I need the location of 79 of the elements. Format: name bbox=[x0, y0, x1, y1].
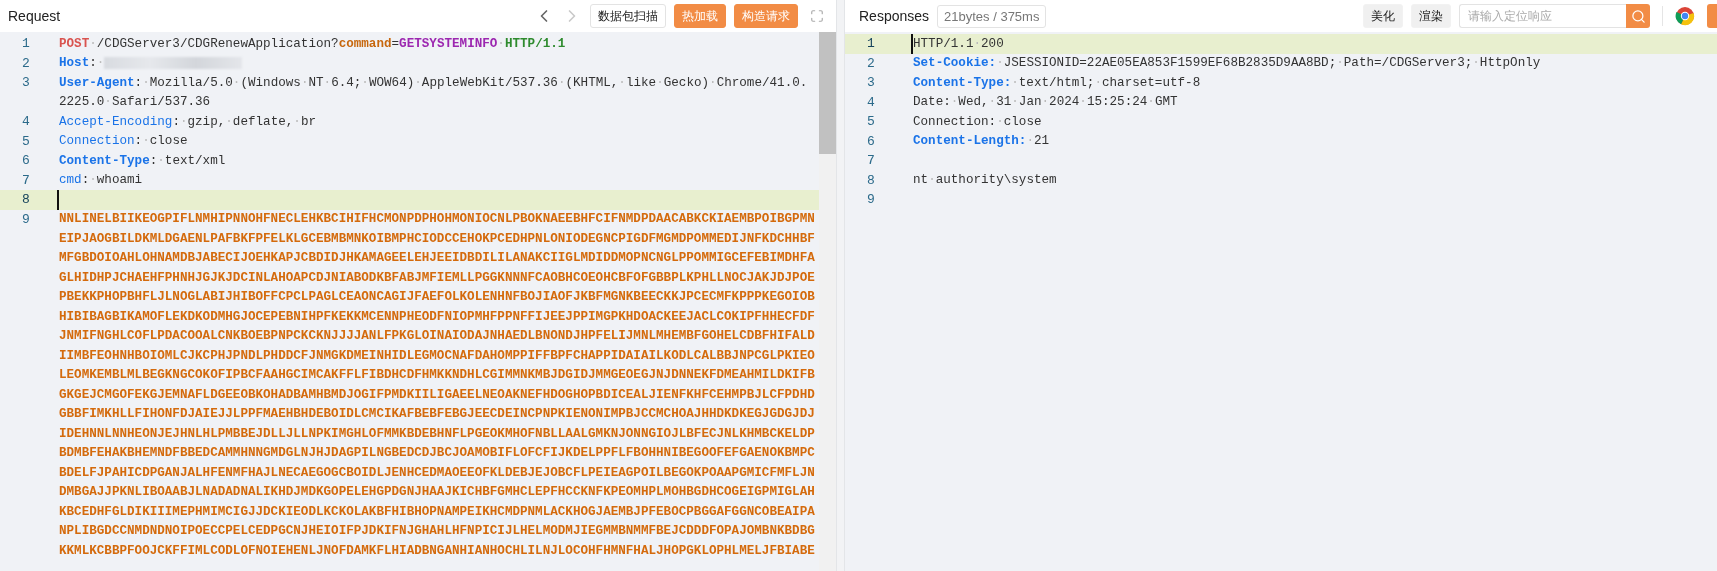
code-token: 2225.0·Safari/537.36 bbox=[59, 95, 211, 110]
payload-text: HIBIBAGBIKAMOFLEKDKODMHGJOCEPEBNIHPFKEKKMCENNPHEODFNIOPMHFPPNFFIJEEJPPIMGPKHDOACKEEJACLCOKIPFHHECFDF bbox=[59, 309, 815, 324]
panel-title: Request bbox=[8, 8, 61, 24]
line-number: 7 bbox=[21, 171, 31, 190]
search-field[interactable]: 请输入定位响应 bbox=[1459, 4, 1626, 28]
code-token: Accept-Encoding bbox=[59, 114, 173, 129]
line-number: 2 bbox=[21, 54, 31, 73]
line-number: 2 bbox=[866, 54, 876, 73]
line-number: 9 bbox=[866, 191, 876, 209]
line-number: 8 bbox=[866, 171, 876, 190]
payload-text: NPLIBGDCCNMDNDNOIPOECCPELCEDPGCNJHEIOIFPJDKIFNJGHAHLHFNPICIJLHELMODMJIEGMMBNMMFBEJCDDDFOPAJOMBNKBDBG bbox=[59, 524, 815, 539]
code-token: :·whoami bbox=[81, 173, 143, 188]
code-token: POST bbox=[59, 36, 90, 51]
payload-text: DMBGAJJPKNLIBOAABJLNADADNALIKHDJMDKGOPELEHGPDGNJHAAJKICHBFGMHCLEPFHCCKNFKPEOMHPLMOHBGDHCOGEIGPMIGLAH bbox=[59, 485, 815, 500]
code-token: Connection:·close bbox=[913, 114, 1042, 129]
code-token: Host bbox=[59, 56, 90, 71]
payload-text: IDEHNNLNNHEONJEJHNLHLPMBBEJDLLJLLNPKIMGHLOFMMKBDEBHNFLPGEOKMHOFNBLLAALGMKNJONNGIOJLBFECJNLKHMBCKELDP bbox=[59, 426, 815, 441]
payload-text: GKGEJCMGOFEKGJEMNAFLDGEEOBKOHADBAMHBMDJOGIFPMDKIILIGAEELNEOAKNEFHDOGHOPBDICEALJIENFKHFCEHMPBJLCFPDHD bbox=[59, 387, 815, 402]
payload-text: KKMLKCBBPFOOJCKFFIMLCODLOFNOIEHENLJNOFDAMKFLHIADBNGANHIANHOCHLILNJLOCOHFHMNFHALJHOPGKLOPHLMELJFBIABE bbox=[59, 543, 815, 558]
line-number: 4 bbox=[866, 93, 876, 112]
line-number: 5 bbox=[866, 113, 876, 131]
code-token: GETSYSTEMINFO bbox=[399, 36, 498, 51]
toolbar-button[interactable]: 渲染 bbox=[1411, 4, 1451, 28]
code-token: ·JSESSIONID=22AE05EA853F1599EF68B2835D9AA8BD;·Path=/CDGServer3;·HttpOnly bbox=[996, 56, 1541, 71]
payload-text: BDELFJPAHICDPGANJALHFENMFHAJLNECAEGOGCBOIDLJENHCEDMAOEEOFKLDEBJEJOBCFLPEIEAGPOILBEGOKPOAAPGMICFMFLJN bbox=[59, 465, 815, 480]
payload-text: PBEKKPHOPBHFLJLNOGLABIJHIBOFFCPCLPAGLCEAONCAGIJFAEFOLKOLENHNFBOJIAOFJKBFMGNKBEECKKJPCECMFKPPPKEGOIOB bbox=[59, 290, 815, 305]
code-token: :·gzip,·deflate,·br bbox=[172, 114, 316, 129]
code-token: HTTP/1.1 bbox=[504, 36, 566, 51]
code-token: HTTP/1.1·200 bbox=[913, 36, 1004, 51]
scrollbar[interactable] bbox=[819, 32, 836, 571]
code-token: Date:·Wed,·31·Jan·2024·15:25:24·GMT bbox=[913, 95, 1178, 110]
panel-title: Responses bbox=[859, 8, 930, 24]
line-number: 6 bbox=[866, 132, 876, 151]
payload-text: KBCEDHFGLDIKIIIMEPHMIMCIGJJDCKIEODLKCKOLAKBFHIBHOPNAMPEIKHCMDPNMLACKHOGJAEMBJPFEBOCPBGGAFGGNCOBEAIPA bbox=[59, 504, 815, 519]
code-token: nt·authority\system bbox=[913, 173, 1057, 188]
line-number: 3 bbox=[21, 74, 31, 92]
line-number: 3 bbox=[866, 74, 876, 92]
expand-icon bbox=[810, 9, 824, 23]
code-token: :·text/xml bbox=[149, 153, 226, 168]
payload-text: MFGBDOIOAHLOHNAMDBJABECIJOEHKAPJCBDIDJHKAMAGEELEHJEEIDBDILILANAKCIIGLMDIDDMOPNCNGLPPOMMIGCEFEBIMDHFA bbox=[59, 251, 815, 266]
toolbar-button[interactable]: 美化 bbox=[1363, 4, 1403, 28]
size-time-badge: 21bytes / 375ms bbox=[937, 4, 1047, 28]
code-token: Content-Length: bbox=[913, 134, 1027, 149]
payload-text: EIPJAOGBILDKMLDGAENLPAFBKFPFELKLGCEBMBMNKOIBMPHCIODCCEHOKPCEDHPNLONIODEGNCPIGDFMGMDPOMMEDIJNFKDCHHBF bbox=[59, 231, 815, 246]
payload-text: JNMIFNGHLCOFLPDACOOALCNKBOEBPNPCKCKNJJJJANLFPKGLOINAIODAJNHAEDLBNONDJHPFELIJMNLMHEMBFGOHELCDBFHIFALD bbox=[59, 329, 815, 344]
code-token: · bbox=[497, 36, 505, 51]
code-token: Connection bbox=[59, 134, 135, 149]
code-token: Set-Cookie: bbox=[913, 56, 997, 71]
payload-text: LEOMKEMBLMLBEGKNGCOKOFIPBCFAAHGCIMCAKFFLFIBDHCDFHMKKNDHLCGIMMNKMBJDGIDJMMGEOEGJNJDNNEKFDMEAHMILDKIFB bbox=[59, 368, 815, 383]
code-token: ·/CDGServer3/CDGRenewApplication? bbox=[89, 36, 339, 51]
code-token: ·text/html;·charset=utf-8 bbox=[1011, 75, 1201, 90]
code-token: cmd bbox=[59, 173, 82, 188]
toolbar-button[interactable] bbox=[1707, 4, 1717, 28]
line-number: 8 bbox=[21, 191, 31, 209]
payload-text: IIMBFEOHNHBOIOMLCJKCPHJPNDLPHDDCFJNMGKDMEINHIDLEGMOCNAFDAHOMPPIFFBPFCHAPPIDAIAILKODLCALBBJNPCGLPKIEO bbox=[59, 348, 815, 363]
line-number: 4 bbox=[21, 113, 31, 131]
search-button[interactable] bbox=[1626, 4, 1650, 28]
line-number: 9 bbox=[21, 210, 31, 229]
payload-text: GLHIDHPJCHAEHFPHNHJGJKJDCINLAHOAPCDJNIABODKBFABJMFIEMLLPGGKNNNFCAOBHCOEOHCBFOFGBBPLKPHLLNOCJAKJDJPOE bbox=[59, 270, 815, 285]
code-token: Content-Type bbox=[59, 153, 150, 168]
code-token: :·Mozilla/5.0·(Windows·NT·6.4;·WOW64)·AppleWebKit/537.36·(KHTML,·like·Gecko)·Chrome/41.0. bbox=[134, 75, 808, 90]
line-number: 5 bbox=[21, 132, 31, 151]
payload-text: BDMBFEHAKBHEMNDFBBEDCAMMHNNGMDGLNJHJDAGPILNGBEDCDJBCJOAMOBIFLOFCFIJKDELPPFLFBOHHNIBEGOOFEFGAENOKBMPC bbox=[59, 446, 815, 461]
code-token: = bbox=[391, 36, 400, 51]
toolbar-button[interactable]: 数据包扫描 bbox=[590, 4, 666, 28]
code-token: :·close bbox=[134, 134, 188, 149]
browser-logo-icon[interactable] bbox=[1675, 6, 1695, 26]
line-number: 6 bbox=[21, 152, 31, 170]
line-number: 1 bbox=[21, 35, 31, 53]
code-token: command bbox=[338, 36, 392, 51]
payload-text: NNLINELBIIKEOGPIFLNMHIPNNOHFNECLEHKBCIHIFHCMONPDPHOHMONIOCNLPBOKNAEEBHFCIFNMDPDAACABKCKIAEMBPOIBGPMN bbox=[59, 212, 815, 227]
payload-text: GBBFIMKHLLFIHONFDJAIEJJLPPFMAEHBHDEBOIDLCMCIKAFBEBFEBGJEECDEINCPNPKIENONIMPBJCCMCHOAJHHDKDKEGJGDGJDJ bbox=[59, 407, 815, 422]
line-number: 1 bbox=[866, 35, 876, 53]
search-icon bbox=[1630, 8, 1646, 24]
code-token: ·21 bbox=[1026, 134, 1050, 149]
line-number: 7 bbox=[866, 152, 876, 170]
code-token: :· bbox=[89, 56, 105, 71]
code-token: User-Agent bbox=[59, 75, 135, 90]
code-token: Content-Type: bbox=[913, 75, 1012, 90]
